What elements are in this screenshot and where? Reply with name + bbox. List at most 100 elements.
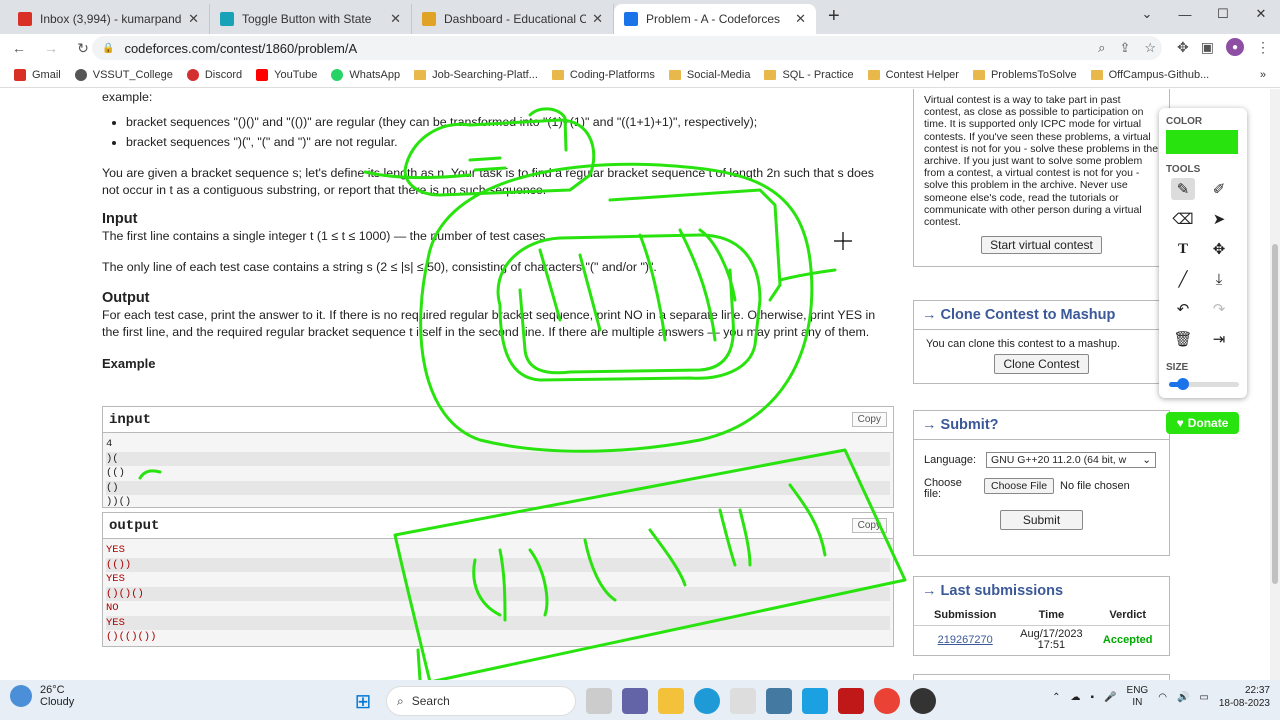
clock-time: 22:37: [1244, 685, 1270, 696]
language-select[interactable]: GNU G++20 11.2.0 (64 bit, w ⌄: [986, 452, 1156, 468]
close-tab-icon[interactable]: ✕: [188, 11, 199, 27]
input-paragraph-1: The first line contains a single integer…: [102, 229, 549, 243]
redo-icon[interactable]: ↷: [1207, 298, 1231, 320]
folder-icon: [972, 69, 985, 80]
bookmark-youtube[interactable]: YouTube: [256, 68, 317, 81]
copy-input-button[interactable]: Copy: [851, 412, 887, 427]
store-icon[interactable]: [730, 688, 756, 714]
share-icon[interactable]: ⇪: [1119, 40, 1130, 56]
donate-button[interactable]: ♥ Donate: [1166, 412, 1239, 434]
gmail-icon: [18, 12, 32, 26]
mysql-icon[interactable]: [766, 688, 792, 714]
bookmark-whatsapp[interactable]: WhatsApp: [331, 68, 400, 81]
chevron-up-icon[interactable]: ⌃: [1052, 692, 1060, 703]
undo-icon[interactable]: ↶: [1171, 298, 1195, 320]
file-explorer-icon[interactable]: [658, 688, 684, 714]
minimize-button[interactable]: —: [1166, 7, 1204, 22]
highlighter-icon[interactable]: ✐: [1207, 178, 1231, 200]
onedrive-icon[interactable]: ☁: [1071, 692, 1081, 703]
battery-icon[interactable]: ▭: [1199, 692, 1208, 703]
pencil-icon[interactable]: ✎: [1171, 178, 1195, 200]
close-tab-icon[interactable]: ✕: [795, 11, 806, 27]
bookmark-gmail[interactable]: Gmail: [14, 68, 61, 81]
choose-file-button[interactable]: Choose File: [984, 478, 1055, 494]
volume-icon[interactable]: 🔊: [1177, 692, 1189, 703]
bookmark-folder[interactable]: Coding-Platforms: [551, 69, 655, 81]
page-content: example: bracket sequences "()()" and "(…: [0, 89, 1270, 680]
wifi-icon[interactable]: ◠: [1158, 692, 1167, 703]
weather-widget[interactable]: 26°C Cloudy: [10, 684, 74, 708]
bookmark-vssut[interactable]: VSSUT_College: [74, 68, 173, 81]
side-panel-icon[interactable]: ▣: [1201, 39, 1214, 56]
bookmark-folder[interactable]: Social-Media: [668, 69, 750, 81]
tab-problem[interactable]: Problem - A - Codeforces ✕: [614, 4, 816, 34]
mic-icon[interactable]: 🎤: [1104, 692, 1116, 703]
close-window-button[interactable]: ✕: [1242, 6, 1280, 22]
bookmark-star-icon[interactable]: ☆: [1144, 40, 1156, 56]
bookmark-folder[interactable]: Job-Searching-Platf...: [414, 69, 538, 81]
new-tab-button[interactable]: +: [828, 5, 840, 28]
download-icon[interactable]: ⤓: [1207, 268, 1231, 290]
tab-title: Inbox (3,994) - kumarpanda1887: [40, 12, 182, 26]
avatar[interactable]: ●: [1226, 38, 1244, 56]
submit-button[interactable]: Submit: [999, 510, 1084, 530]
copy-output-button[interactable]: Copy: [851, 518, 887, 533]
bookmark-label: ProblemsToSolve: [990, 68, 1077, 81]
tab-dashboard[interactable]: Dashboard - Educational Codefor ✕: [412, 4, 614, 34]
maximize-button[interactable]: ☐: [1204, 6, 1242, 22]
bookmark-discord[interactable]: Discord: [186, 68, 242, 81]
app-tray-icon[interactable]: ▪: [1091, 692, 1095, 703]
color-swatch[interactable]: [1166, 130, 1238, 154]
temperature: 26°C: [40, 684, 65, 696]
sample-line: ()()(): [106, 586, 890, 601]
line-icon[interactable]: ╱: [1171, 268, 1195, 290]
extensions-icon[interactable]: ✥: [1177, 39, 1189, 56]
sample-output-box: output Copy YES(()) YES()()() NO YES()(()()…: [102, 512, 894, 647]
sample-line: YES: [106, 573, 125, 585]
chrome-icon[interactable]: [874, 688, 900, 714]
move-icon[interactable]: ✥: [1207, 238, 1231, 260]
lock-icon[interactable]: 🔒: [102, 43, 114, 54]
close-tab-icon[interactable]: ✕: [592, 11, 603, 27]
exit-icon[interactable]: ⇥: [1207, 328, 1231, 350]
bookmark-folder[interactable]: ProblemsToSolve: [972, 68, 1077, 81]
task-view-icon[interactable]: [586, 688, 612, 714]
bookmark-folder[interactable]: Contest Helper: [867, 69, 959, 81]
back-icon[interactable]: ←: [6, 40, 32, 56]
size-slider[interactable]: [1169, 378, 1239, 390]
windows-start-icon[interactable]: ⊞: [350, 688, 376, 714]
edge-icon[interactable]: [694, 688, 720, 714]
menu-icon[interactable]: ⋮: [1256, 39, 1270, 56]
bookmark-label: OffCampus-Github...: [1108, 68, 1210, 81]
bookmark-folder[interactable]: SQL - Practice: [764, 69, 854, 81]
trash-icon[interactable]: 🗑: [1171, 328, 1195, 350]
scrollbar-thumb[interactable]: [1272, 244, 1278, 584]
language-value: GNU G++20 11.2.0 (64 bit, w: [991, 454, 1127, 466]
github-icon[interactable]: [910, 688, 936, 714]
mcafee-icon[interactable]: [838, 688, 864, 714]
clone-contest-button[interactable]: Clone Contest: [994, 354, 1089, 374]
cursor-icon[interactable]: ➤: [1207, 208, 1231, 230]
page-scrollbar[interactable]: [1270, 89, 1280, 680]
text-icon[interactable]: T: [1171, 238, 1195, 260]
clock[interactable]: 22:37 18-08-2023: [1219, 684, 1270, 710]
teams-icon[interactable]: [622, 688, 648, 714]
eraser-icon[interactable]: ⌫: [1171, 208, 1195, 230]
bookmark-folder[interactable]: OffCampus-Github...: [1090, 68, 1210, 81]
language-indicator[interactable]: ENG IN: [1127, 685, 1149, 709]
tab-gmail[interactable]: Inbox (3,994) - kumarpanda1887 ✕: [8, 4, 210, 34]
clone-contest-box: → Clone Contest to Mashup You can clone …: [913, 300, 1170, 384]
tab-title: Dashboard - Educational Codefor: [444, 12, 587, 26]
taskbar-search[interactable]: ⌕ Search: [386, 686, 576, 716]
slider-knob[interactable]: [1177, 378, 1189, 390]
url-field[interactable]: 🔒 codeforces.com/contest/1860/problem/A …: [92, 36, 1162, 60]
vscode-icon[interactable]: [802, 688, 828, 714]
forward-icon[interactable]: →: [38, 40, 64, 56]
more-bookmarks-icon[interactable]: »: [1260, 69, 1266, 81]
tab-toggle-button[interactable]: Toggle Button with State ✕: [210, 4, 412, 34]
start-virtual-button[interactable]: Start virtual contest: [981, 236, 1102, 255]
close-tab-icon[interactable]: ✕: [390, 11, 401, 27]
submission-link[interactable]: 219267270: [938, 634, 993, 646]
zoom-icon[interactable]: ⌕: [1098, 40, 1105, 56]
tab-search-icon[interactable]: ⌄: [1128, 6, 1166, 22]
